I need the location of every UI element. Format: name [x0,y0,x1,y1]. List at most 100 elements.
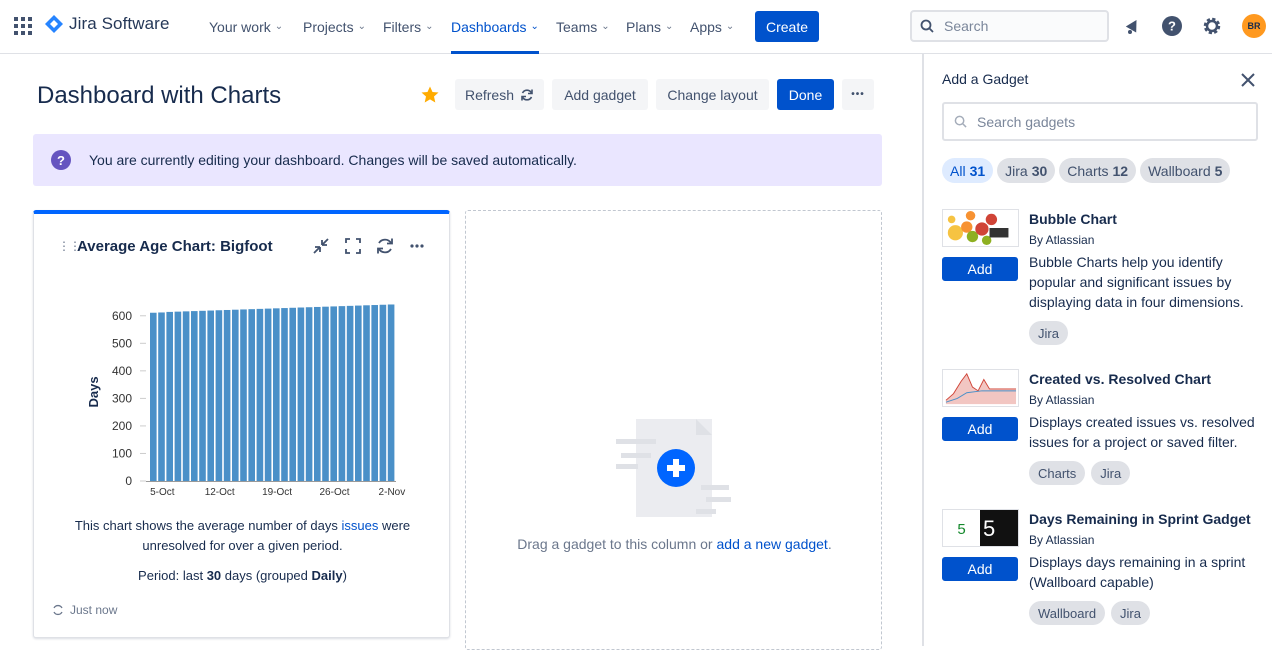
bar[interactable] [232,309,239,481]
tag-jira[interactable]: Jira [1029,321,1068,345]
bar[interactable] [150,312,157,481]
bar[interactable] [174,311,182,481]
apps-grid-icon[interactable] [14,17,32,35]
gadget-name: Days Remaining in Sprint Gadget [1029,511,1251,527]
help-icon[interactable]: ? [1161,15,1183,37]
dropzone-text: Drag a gadget to this column or add a ne… [517,536,832,552]
bar[interactable] [330,306,337,481]
nav-filters[interactable]: Filters ⌄ [383,0,434,53]
nav-dashboards[interactable]: Dashboards ⌄ [451,0,539,54]
add-gadget-button[interactable]: Add gadget [552,79,648,110]
change-layout-button[interactable]: Change layout [656,79,769,110]
bar[interactable] [305,307,313,481]
bar[interactable] [289,307,296,481]
minimize-icon[interactable] [311,236,331,256]
add-gadget-illustration [616,419,731,517]
bar[interactable] [207,310,214,481]
star-icon[interactable] [420,85,440,105]
settings-icon[interactable] [1201,15,1223,37]
issues-link[interactable]: issues [341,518,378,533]
refresh-icon [521,88,533,101]
gadget-period: Period: last 30 days (grouped Daily) [138,568,347,583]
search-icon [954,115,967,128]
filter-all[interactable]: All 31 [942,158,994,183]
gadget-tags: Jira [1029,321,1074,345]
x-tick-label: 12-Oct [205,487,235,498]
more-icon[interactable] [407,236,427,256]
bar[interactable] [248,309,255,481]
chevron-down-icon: ⌄ [601,21,610,32]
user-avatar[interactable]: BR [1242,14,1266,38]
filter-jira[interactable]: Jira 30 [997,158,1056,183]
gadget-description: Bubble Charts help you identify popular … [1029,254,1244,310]
tag-jira[interactable]: Jira [1111,601,1150,625]
empty-column-dropzone[interactable]: Drag a gadget to this column or add a ne… [465,210,882,650]
bar[interactable] [256,308,264,481]
days-remaining-thumbnail: 5 5 [942,509,1019,547]
create-button[interactable]: Create [755,11,819,42]
refresh-button[interactable]: Refresh [455,79,544,110]
bar[interactable] [199,310,206,481]
bar[interactable] [387,304,395,481]
add-new-gadget-link[interactable]: add a new gadget [717,536,828,552]
gadget-title: Average Age Chart: Bigfoot [77,238,273,255]
close-icon[interactable] [1240,72,1256,88]
bar[interactable] [182,311,190,481]
add-created-vs-resolved-button[interactable]: Add [942,417,1018,441]
y-tick-label: 200 [112,419,132,433]
average-age-chart-gadget: ⋮⋮ Average Age Chart: Bigfoot Days 0 100 2… [33,210,450,638]
nav-plans[interactable]: Plans ⌄ [626,0,673,53]
gadget-description: This chart shows the average number of d… [74,518,411,553]
x-tick-label: 19-Oct [262,487,292,498]
y-axis-label: Days [86,376,101,407]
y-tick-label: 400 [112,364,132,378]
bar[interactable] [346,305,354,481]
notifications-icon[interactable] [1122,15,1144,37]
bar[interactable] [338,306,346,481]
add-bubble-chart-button[interactable]: Add [942,257,1018,281]
bar[interactable] [264,308,272,481]
tag-charts[interactable]: Charts [1029,461,1086,485]
bar[interactable] [223,309,231,481]
bar[interactable] [363,305,370,481]
nav-projects[interactable]: Projects ⌄ [303,0,366,53]
refresh-icon[interactable] [375,236,395,256]
bar[interactable] [158,312,165,481]
more-actions-button[interactable]: ••• [842,79,874,110]
add-days-remaining-button[interactable]: Add [942,557,1018,581]
maximize-icon[interactable] [343,236,363,256]
gadget-description: Displays created issues vs. resolved iss… [1029,414,1255,450]
filter-wallboard[interactable]: Wallboard 5 [1140,158,1231,183]
gadget-filters: All 31 Jira 30 Charts 12 Wallboard 5 [942,158,1234,183]
page-title: Dashboard with Charts [37,82,282,109]
add-gadget-panel: Add a Gadget Search gadgets All 31 Jira 30… [922,54,1272,646]
bar[interactable] [191,311,198,481]
bar[interactable] [297,307,305,481]
bar[interactable] [314,306,321,481]
global-search-input[interactable]: Search [910,10,1109,42]
nav-apps[interactable]: Apps ⌄ [690,0,734,53]
bar[interactable] [240,309,247,481]
gadget-author: By Atlassian [1029,233,1095,247]
nav-teams[interactable]: Teams ⌄ [556,0,610,53]
bar[interactable] [273,308,280,481]
bar[interactable] [281,308,288,481]
done-button[interactable]: Done [777,79,834,110]
bar[interactable] [355,305,362,481]
gadget-tags: Charts Jira [1029,461,1136,485]
question-icon: ? [51,150,71,170]
tag-wallboard[interactable]: Wallboard [1029,601,1106,625]
tag-jira[interactable]: Jira [1091,461,1131,485]
product-logo[interactable]: Jira Software [44,14,170,34]
bar[interactable] [215,310,223,481]
bar[interactable] [371,305,378,481]
average-age-bar-chart: Days 0 100 200 300 400 500 600 5-Oct 12-Oct 19-O… [86,304,405,498]
bar[interactable] [379,304,387,481]
bar[interactable] [322,306,329,481]
bar[interactable] [166,311,173,481]
chevron-down-icon: ⌄ [357,21,366,32]
x-axis: 5-Oct 12-Oct 19-Oct 26-Oct 2-Nov [150,487,405,498]
filter-charts[interactable]: Charts 12 [1059,158,1137,183]
nav-your-work[interactable]: Your work ⌄ [209,0,283,53]
gadget-search-input[interactable]: Search gadgets [942,102,1258,141]
